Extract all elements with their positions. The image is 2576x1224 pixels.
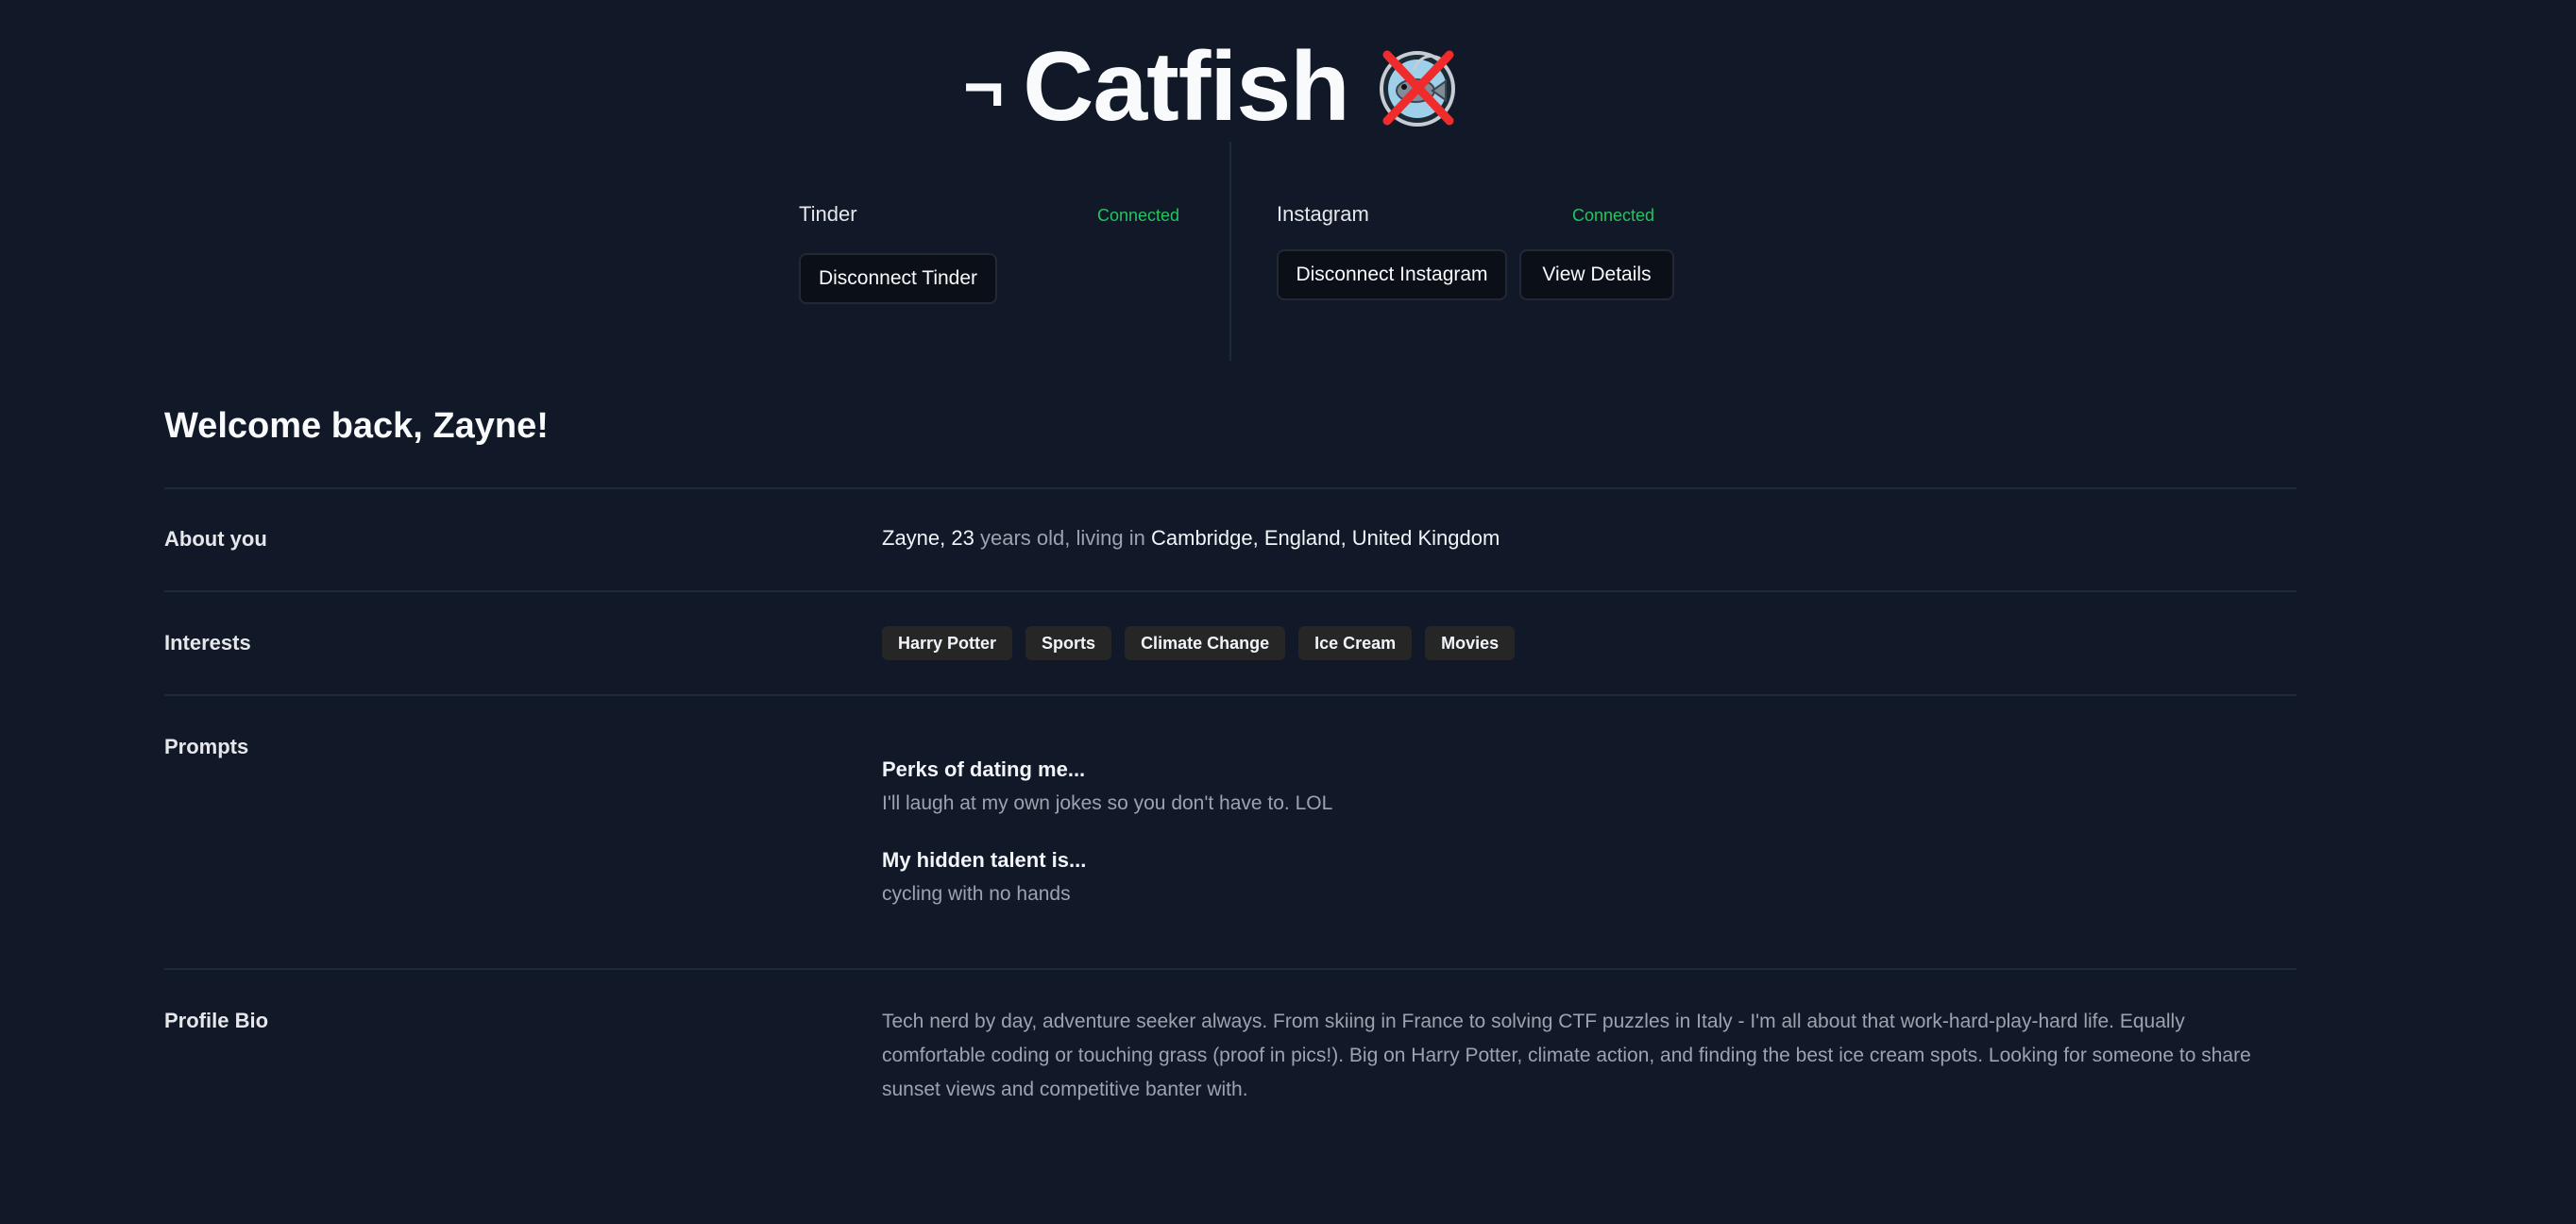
row-divider [164,487,2296,489]
interest-tag: Climate Change [1125,626,1286,660]
prompt-question: Perks of dating me... [882,757,1086,781]
row-divider [164,590,2296,592]
connected-services: Tinder Connected Disconnect Tinder Insta… [0,142,2576,361]
prompt-question: My hidden talent is... [882,848,1087,872]
about-summary: Zayne, 23 years old, living in Cambridge… [882,526,1500,550]
interests-label: Interests [164,631,251,654]
interest-tag: Harry Potter [882,626,1013,660]
about-name: Zayne [882,526,941,550]
app-logo: ¬ Catfish [963,32,1461,142]
prompt-answer: I'll laugh at my own jokes so you don't … [882,792,1333,814]
prompts-label: Prompts [164,735,249,758]
crossed-out-fish-icon [1379,50,1455,127]
interest-tag: Sports [1025,626,1112,660]
tinder-panel: Tinder Connected Disconnect Tinder [799,142,1186,361]
disconnect-tinder-button[interactable]: Disconnect Tinder [799,253,997,304]
about-location: Cambridge, England, United Kingdom [1151,526,1500,550]
logo-text: Catfish [1023,32,1349,142]
about-age: 23 [951,526,974,550]
interest-tag: Ice Cream [1298,626,1413,660]
welcome-heading: Welcome back, Zayne! [164,406,549,446]
instagram-status: Connected [1572,206,1655,225]
about-age-suffix: years old, living in [980,526,1145,550]
prompt-answer: cycling with no hands [882,883,1071,905]
tinder-name: Tinder [799,202,857,226]
disconnect-instagram-button[interactable]: Disconnect Instagram [1277,249,1507,300]
row-divider [164,968,2296,970]
logo-prefix: ¬ [963,47,1005,126]
instagram-panel: Instagram Connected Disconnect Instagram… [1277,142,1674,361]
tinder-status: Connected [1097,206,1180,225]
instagram-name: Instagram [1277,202,1369,226]
row-divider [164,694,2296,696]
profile-bio-text: Tech nerd by day, adventure seeker alway… [882,1011,2251,1100]
view-details-button[interactable]: View Details [1519,249,1674,300]
interest-tag: Movies [1425,626,1516,660]
interest-tags: Harry Potter Sports Climate Change Ice C… [882,626,1516,660]
bio-label: Profile Bio [164,1009,269,1032]
services-divider [1229,142,1231,361]
about-label: About you [164,527,267,551]
